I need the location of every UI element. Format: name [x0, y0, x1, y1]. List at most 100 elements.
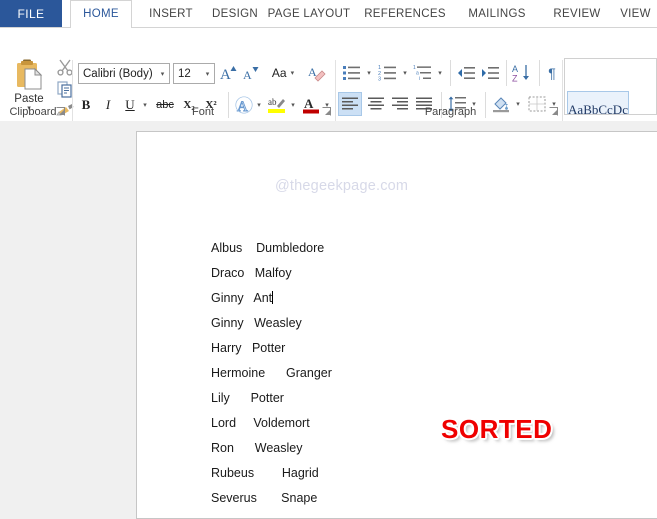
- svg-text:A: A: [512, 64, 518, 74]
- shrink-font-icon: A: [243, 67, 259, 82]
- tab-file[interactable]: FILE: [0, 0, 62, 27]
- document-line[interactable]: Ginny Weasley: [211, 311, 332, 336]
- document-line[interactable]: Hermoine Granger: [211, 361, 332, 386]
- document-line-text: Ginny Ant: [211, 291, 273, 305]
- document-line-text: Ron Weasley: [211, 441, 303, 455]
- document-line[interactable]: Draco Malfoy: [211, 261, 332, 286]
- tab-page-layout[interactable]: PAGE LAYOUT: [268, 0, 350, 27]
- paste-icon: [17, 59, 43, 90]
- style-normal[interactable]: AaBbCcDc ¶ Normal: [567, 91, 629, 115]
- tab-home[interactable]: HOME: [70, 0, 132, 27]
- tab-design[interactable]: DESIGN: [204, 0, 266, 27]
- decrease-indent-button[interactable]: [455, 62, 477, 84]
- document-line-text: Ginny Weasley: [211, 316, 302, 330]
- chevron-down-icon: ▾: [403, 70, 407, 77]
- ribbon-tab-strip: FILE HOME INSERT DESIGN PAGE LAYOUT REFE…: [0, 0, 657, 28]
- paragraph-inner-separator-1: [450, 60, 451, 86]
- font-dialog-launcher[interactable]: [322, 107, 332, 117]
- document-line-active[interactable]: Ginny Ant: [211, 286, 332, 311]
- paste-button-label: Paste: [14, 93, 44, 105]
- svg-text:A: A: [220, 67, 231, 83]
- sorted-annotation: SORTED: [441, 414, 553, 444]
- document-line[interactable]: Harry Potter: [211, 336, 332, 361]
- document-line-text: Severus Snape: [211, 491, 318, 505]
- font-name-value: Calibri (Body): [83, 67, 153, 80]
- font-name-combo[interactable]: Calibri (Body) ▾: [78, 63, 170, 84]
- chevron-down-icon[interactable]: ▾: [291, 69, 295, 77]
- tab-review[interactable]: REVIEW: [546, 0, 608, 27]
- chevron-down-icon: ▾: [367, 70, 371, 77]
- sort-az-icon: A Z: [512, 64, 529, 84]
- text-cursor: [272, 291, 274, 304]
- tab-insert[interactable]: INSERT: [140, 0, 202, 27]
- tab-insert-label: INSERT: [149, 7, 193, 20]
- change-case-button[interactable]: Aa ▾: [266, 62, 300, 84]
- pilcrow-icon: ¶: [548, 65, 556, 81]
- svg-text:i: i: [419, 76, 420, 82]
- clear-formatting-icon: A: [308, 65, 326, 82]
- tab-mailings[interactable]: MAILINGS: [460, 0, 534, 27]
- numbering-button[interactable]: 1 2 3: [377, 62, 399, 84]
- font-size-value: 12: [178, 67, 191, 80]
- ribbon: Paste ▾ Clipboard Calibri (Body) ▾ 12 ▾ …: [0, 28, 657, 149]
- font-size-combo[interactable]: 12 ▾: [173, 63, 215, 84]
- dialog-launcher-icon: [322, 107, 331, 116]
- tab-design-label: DESIGN: [212, 7, 258, 20]
- increase-indent-icon: [482, 67, 499, 79]
- chevron-down-icon[interactable]: ▾: [201, 70, 214, 78]
- document-line[interactable]: Ron Weasley: [211, 436, 332, 461]
- document-line-text: Harry Potter: [211, 341, 286, 355]
- document-line-text: Rubeus Hagrid: [211, 466, 319, 480]
- tab-review-label: REVIEW: [553, 7, 601, 20]
- tab-home-label: HOME: [83, 8, 119, 20]
- document-text-body[interactable]: Albus Dumbledore Draco Malfoy Ginny Ant …: [211, 236, 332, 511]
- document-line[interactable]: Severus Snape: [211, 486, 332, 511]
- tab-mailings-label: MAILINGS: [468, 7, 526, 20]
- show-formatting-marks-button[interactable]: ¶: [542, 62, 562, 84]
- document-line[interactable]: Lily Potter: [211, 386, 332, 411]
- document-line-text: Draco Malfoy: [211, 266, 292, 280]
- increase-indent-button[interactable]: [479, 62, 501, 84]
- document-page[interactable]: @thegeekpage.com Albus Dumbledore Draco …: [136, 131, 657, 519]
- clipboard-dialog-launcher[interactable]: [56, 107, 66, 117]
- numbering-dropdown[interactable]: ▾: [399, 62, 411, 84]
- paragraph-dialog-launcher[interactable]: [549, 107, 559, 117]
- document-line-text: Lord Voldemort: [211, 416, 310, 430]
- multilevel-list-button[interactable]: 1 a i: [412, 62, 434, 84]
- multilevel-list-dropdown[interactable]: ▾: [434, 62, 446, 84]
- bullets-button[interactable]: [341, 62, 363, 84]
- sort-button[interactable]: A Z: [510, 62, 534, 84]
- svg-text:Z: Z: [512, 74, 518, 84]
- style-normal-preview: AaBbCcDc: [568, 101, 628, 115]
- chevron-down-icon: ▾: [438, 70, 442, 77]
- svg-text:3: 3: [378, 76, 381, 82]
- paragraph-inner-separator-3: [539, 60, 540, 86]
- copy-button[interactable]: [56, 80, 76, 100]
- grow-font-icon: A: [220, 66, 237, 83]
- bullets-dropdown[interactable]: ▾: [363, 62, 375, 84]
- tab-file-label: FILE: [17, 6, 45, 21]
- bullets-icon: [343, 66, 360, 80]
- document-line[interactable]: Lord Voldemort: [211, 411, 332, 436]
- font-group-label: Font: [191, 106, 214, 118]
- tab-view-label: VIEW: [620, 7, 651, 20]
- document-line-text: Hermoine Granger: [211, 366, 332, 380]
- document-line-text: Albus Dumbledore: [211, 241, 325, 255]
- styles-gallery[interactable]: AaBbCcDc ¶ Normal Aa ¶ N: [564, 58, 657, 115]
- tab-view[interactable]: VIEW: [614, 0, 657, 27]
- cut-button[interactable]: [56, 58, 76, 78]
- paragraph-group-label: Paragraph: [424, 106, 477, 118]
- document-canvas[interactable]: @thegeekpage.com Albus Dumbledore Draco …: [0, 121, 657, 519]
- numbering-icon: 1 2 3: [378, 65, 396, 82]
- chevron-down-icon[interactable]: ▾: [156, 70, 169, 78]
- multilevel-list-icon: 1 a i: [413, 65, 431, 82]
- dialog-launcher-icon: [56, 107, 65, 116]
- shrink-font-button[interactable]: A: [240, 62, 262, 84]
- document-line[interactable]: Rubeus Hagrid: [211, 461, 332, 486]
- tab-references[interactable]: REFERENCES: [362, 0, 448, 27]
- clear-formatting-button[interactable]: A: [306, 62, 328, 84]
- grow-font-button[interactable]: A: [218, 62, 240, 84]
- document-line[interactable]: Albus Dumbledore: [211, 236, 332, 261]
- style-no-spacing[interactable]: Aa ¶ N: [633, 91, 656, 114]
- tab-page-layout-label: PAGE LAYOUT: [267, 7, 351, 20]
